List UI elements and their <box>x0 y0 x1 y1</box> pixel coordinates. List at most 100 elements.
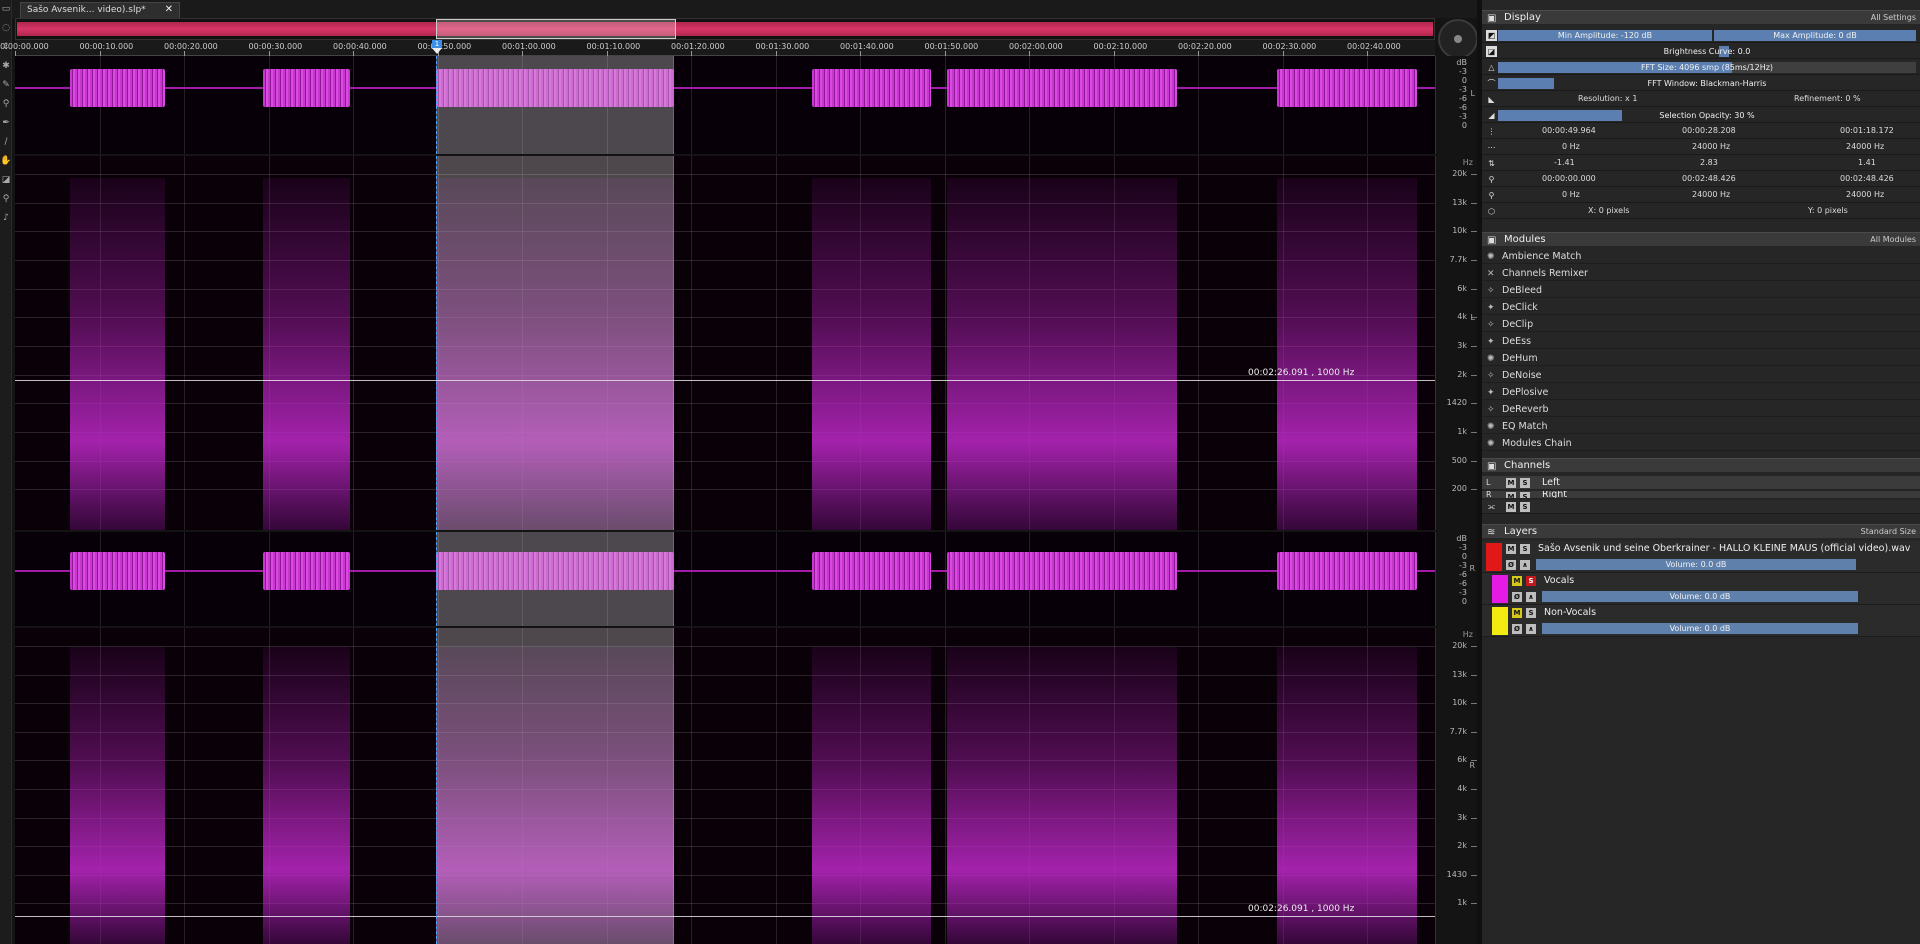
module-item[interactable]: ✧ DeReverb <box>1482 403 1920 417</box>
channel-indicator: R <box>1469 564 1475 573</box>
channel-row-right[interactable]: R M S Right <box>1482 491 1920 499</box>
layers-panel-header[interactable]: ≋ Layers Standard Size <box>1482 524 1920 538</box>
layer-solo-button[interactable]: S <box>1526 576 1536 586</box>
selection-end-time[interactable]: 00:01:18.172 <box>1840 126 1894 135</box>
overview-selection-window[interactable] <box>436 19 676 39</box>
layer-volume-slider[interactable]: Volume: 0.0 dB <box>1536 559 1856 570</box>
layer-row-vocals[interactable]: M S Vocals Ø ∧ Volume: 0.0 dB <box>1482 573 1920 605</box>
brightness-curve-slider[interactable]: Brightness Curve: 0.0 <box>1498 46 1916 57</box>
layer-size-dropdown[interactable]: Standard Size <box>1861 525 1916 539</box>
speaker-tool-icon[interactable]: ♪ <box>0 209 12 228</box>
modules-panel-header[interactable]: ▣ Modules All Modules <box>1482 232 1920 246</box>
zoom-tool-icon[interactable]: ⚲ <box>0 190 12 209</box>
module-item[interactable]: ✺ DeHum <box>1482 352 1920 366</box>
layer-solo-button[interactable]: S <box>1520 544 1530 554</box>
selection-start-time[interactable]: 00:00:49.964 <box>1542 126 1596 135</box>
right-waveform-view[interactable] <box>15 532 1435 626</box>
module-item[interactable]: ✺ EQ Match <box>1482 420 1920 434</box>
channel-mute-all-button[interactable]: M <box>1506 502 1516 512</box>
layer-row-master[interactable]: M S Sašo Avsenik und seine Oberkrainer -… <box>1482 541 1920 573</box>
layer-volume-slider[interactable]: Volume: 0.0 dB <box>1542 591 1858 602</box>
time-selection[interactable] <box>436 56 674 154</box>
time-selection[interactable] <box>436 156 674 530</box>
navigator-knob[interactable] <box>1438 19 1478 59</box>
all-settings-link[interactable]: All Settings <box>1871 11 1916 25</box>
layer-volume-slider[interactable]: Volume: 0.0 dB <box>1542 623 1858 634</box>
channel-solo-button[interactable]: S <box>1520 492 1530 498</box>
module-item[interactable]: ✺ Ambience Match <box>1482 250 1920 264</box>
left-waveform-view[interactable] <box>15 56 1435 154</box>
layer-link-button[interactable]: ∧ <box>1526 592 1536 602</box>
select-tool-icon[interactable]: ▭ <box>0 0 12 19</box>
selection-freq-range[interactable]: 24000 Hz <box>1692 142 1730 151</box>
lasso-tool-icon[interactable]: ◌ <box>0 19 12 38</box>
layer-link-button[interactable]: ∧ <box>1520 560 1530 570</box>
hand-tool-icon[interactable]: ✋ <box>0 152 12 171</box>
layer-phase-button[interactable]: Ø <box>1506 560 1516 570</box>
view-high-freq[interactable]: 24000 Hz <box>1846 190 1884 199</box>
stamp-tool-icon[interactable]: ⚲ <box>0 95 12 114</box>
frequency-gridline <box>15 432 1435 433</box>
selection-high-freq[interactable]: 24000 Hz <box>1846 142 1884 151</box>
channel-solo-all-button[interactable]: S <box>1520 502 1530 512</box>
right-spectrogram-view[interactable]: 00:02:26.091 , 1000 Hz <box>15 628 1435 944</box>
view-freq-range[interactable]: 24000 Hz <box>1692 190 1730 199</box>
fft-window-slider[interactable]: FFT Window: Blackman-Harris <box>1498 78 1916 89</box>
view-low-freq[interactable]: 0 Hz <box>1562 190 1580 199</box>
resolution-label[interactable]: Resolution: x 1 <box>1578 94 1637 103</box>
module-item[interactable]: ✧ DeNoise <box>1482 369 1920 383</box>
view-end-time[interactable]: 00:02:48.426 <box>1840 174 1894 183</box>
channel-mute-button[interactable]: M <box>1506 478 1516 488</box>
channel-row-left[interactable]: L M S Left <box>1482 476 1920 490</box>
selection-high-amp[interactable]: 1.41 <box>1858 158 1876 167</box>
view-length-time[interactable]: 00:02:48.426 <box>1682 174 1736 183</box>
magic-wand-tool-icon[interactable]: ✱ <box>0 57 12 76</box>
time-selection[interactable] <box>436 532 674 626</box>
module-item[interactable]: ✧ DeClip <box>1482 318 1920 332</box>
module-item[interactable]: ✺ Modules Chain <box>1482 437 1920 451</box>
selection-low-freq[interactable]: 0 Hz <box>1562 142 1580 151</box>
brush-tool-icon[interactable]: ✎ <box>0 76 12 95</box>
close-icon[interactable]: ✕ <box>165 3 173 17</box>
layer-solo-button[interactable]: S <box>1526 608 1536 618</box>
channel-solo-button[interactable]: S <box>1520 478 1530 488</box>
time-selection[interactable] <box>436 628 674 944</box>
playhead-marker[interactable]: 1 <box>432 40 442 56</box>
selection-amp-range[interactable]: 2.83 <box>1700 158 1718 167</box>
module-item[interactable]: ✦ DePlosive <box>1482 386 1920 400</box>
module-item[interactable]: ✕ Channels Remixer <box>1482 267 1920 281</box>
left-spectrogram-view[interactable]: 00:02:26.091 , 1000 Hz <box>15 156 1435 530</box>
min-amplitude-slider[interactable]: Min Amplitude: -120 dB <box>1498 30 1712 41</box>
fft-size-slider[interactable]: FFT Size: 4096 smp (85ms/12Hz) <box>1498 62 1916 73</box>
layer-phase-button[interactable]: Ø <box>1512 624 1522 634</box>
selection-low-amp[interactable]: -1.41 <box>1554 158 1575 167</box>
time-gridline <box>353 156 354 530</box>
cursor-readout: 00:02:26.091 , 1000 Hz <box>1248 368 1355 378</box>
selection-opacity-slider[interactable]: Selection Opacity: 30 % <box>1498 110 1916 121</box>
module-item[interactable]: ✦ DeClick <box>1482 301 1920 315</box>
layer-mute-button[interactable]: M <box>1512 576 1522 586</box>
layer-mute-button[interactable]: M <box>1506 544 1516 554</box>
max-amplitude-slider[interactable]: Max Amplitude: 0 dB <box>1714 30 1916 41</box>
selection-length-time[interactable]: 00:00:28.208 <box>1682 126 1736 135</box>
pen-tool-icon[interactable]: ✒ <box>0 114 12 133</box>
eraser-tool-icon[interactable]: ◪ <box>0 171 12 190</box>
module-item[interactable]: ✦ DeEss <box>1482 335 1920 349</box>
frequency-gridline <box>15 346 1435 347</box>
time-ruler[interactable]: 00:00:00.000 00:00:10.000 00:00:20.000 00:0… <box>0 40 1435 56</box>
view-start-time[interactable]: 00:00:00.000 <box>1542 174 1596 183</box>
layer-row-non-vocals[interactable]: M S Non-Vocals Ø ∧ Volume: 0.0 dB <box>1482 605 1920 637</box>
pencil-tool-icon[interactable]: ∕ <box>0 133 12 152</box>
layer-link-button[interactable]: ∧ <box>1526 624 1536 634</box>
layer-phase-button[interactable]: Ø <box>1512 592 1522 602</box>
overview-waveform[interactable] <box>15 18 1435 40</box>
channels-panel-header[interactable]: ▣ Channels <box>1482 458 1920 472</box>
layer-mute-button[interactable]: M <box>1512 608 1522 618</box>
document-tab[interactable]: Sašo Avsenik... video).slp* ✕ <box>20 2 180 18</box>
channel-mute-button[interactable]: M <box>1506 492 1516 498</box>
layers-icon: ≋ <box>1487 527 1496 538</box>
modules-filter-dropdown[interactable]: All Modules <box>1870 233 1916 247</box>
module-item[interactable]: ✧ DeBleed <box>1482 284 1920 298</box>
display-panel-header[interactable]: ▣ Display All Settings <box>1482 10 1920 24</box>
refinement-label[interactable]: Refinement: 0 % <box>1794 94 1861 103</box>
